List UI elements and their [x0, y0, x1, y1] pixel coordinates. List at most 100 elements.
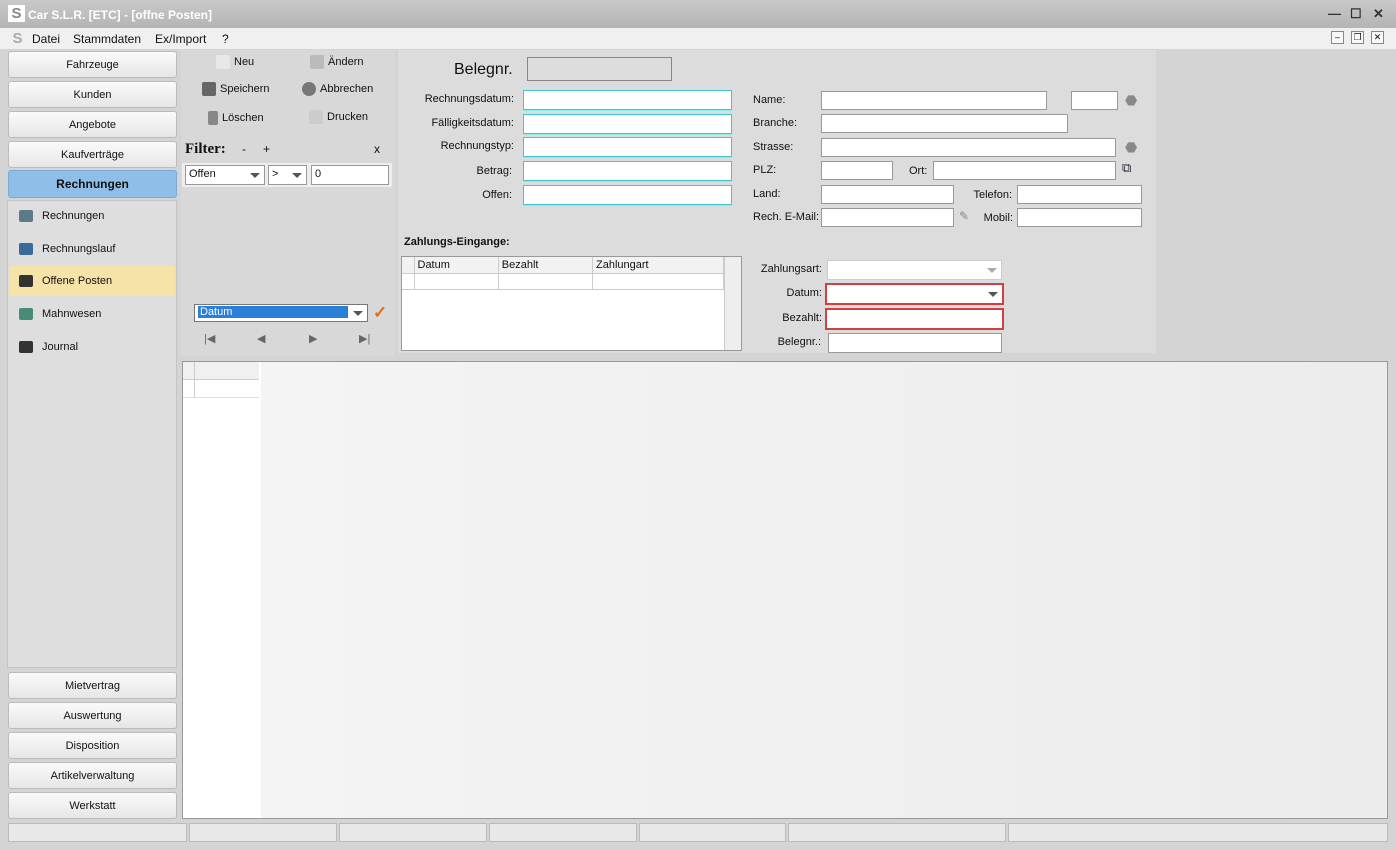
- nav-kunden[interactable]: Kunden: [8, 81, 177, 108]
- delete-label: Löschen: [222, 112, 264, 124]
- col-zahlungart[interactable]: Zahlungart: [592, 257, 725, 274]
- menu-eximport[interactable]: Ex/Import: [155, 32, 206, 46]
- sub-label: Rechnungen: [42, 210, 105, 222]
- mdi-minimize-icon[interactable]: –: [1331, 31, 1344, 44]
- edit-button[interactable]: Ändern: [310, 55, 363, 69]
- datum-select[interactable]: [825, 283, 1004, 305]
- filter-remove-button[interactable]: -: [242, 142, 246, 156]
- nav-mietvertrag[interactable]: Mietvertrag: [8, 672, 177, 699]
- sub-offene-posten[interactable]: Offene Posten: [9, 266, 175, 296]
- nav-artikelverwaltung[interactable]: Artikelverwaltung: [8, 762, 177, 789]
- filter-clear-button[interactable]: x: [374, 142, 380, 156]
- map-lookup-icon[interactable]: ⬣: [1125, 139, 1137, 156]
- cancel-button[interactable]: Abbrechen: [302, 82, 373, 96]
- menu-help[interactable]: ?: [222, 32, 229, 46]
- filter-operator-select[interactable]: >: [268, 165, 307, 185]
- chevron-down-icon: [353, 311, 363, 316]
- menu-stammdaten[interactable]: Stammdaten: [73, 32, 141, 46]
- app-menu-icon[interactable]: S: [9, 30, 26, 47]
- branche-field[interactable]: [821, 114, 1068, 133]
- nav-angebote[interactable]: Angebote: [8, 111, 177, 138]
- save-button[interactable]: Speichern: [202, 82, 270, 96]
- ort-field[interactable]: [933, 161, 1116, 180]
- lookup-icon[interactable]: ⬣: [1125, 92, 1137, 109]
- nav-auswertung[interactable]: Auswertung: [8, 702, 177, 729]
- sub-rechnungslauf[interactable]: Rechnungslauf: [9, 234, 175, 264]
- nav-rechnungen[interactable]: Rechnungen: [8, 170, 177, 198]
- last-record-icon[interactable]: ▶|: [359, 332, 370, 345]
- status-panel-7: [1008, 823, 1388, 842]
- telefon-label: Telefon:: [973, 189, 1012, 201]
- col-datum[interactable]: Datum: [414, 257, 499, 274]
- name-extra-field[interactable]: [1071, 91, 1118, 110]
- strasse-field[interactable]: [821, 138, 1116, 157]
- filter-value-input[interactable]: 0: [311, 165, 389, 185]
- prev-record-icon[interactable]: ◀: [257, 332, 265, 345]
- status-panel-1: [8, 823, 187, 842]
- mobil-field[interactable]: [1017, 208, 1142, 227]
- mdi-restore-icon[interactable]: ❐: [1351, 31, 1364, 44]
- window-title: Car S.L.R. [ETC] - [offne Posten]: [28, 8, 212, 22]
- offen-field[interactable]: [523, 185, 732, 205]
- email-field[interactable]: [821, 208, 954, 227]
- title-bar: S Car S.L.R. [ETC] - [offne Posten] — ☐ …: [0, 0, 1396, 28]
- rechnungsdatum-field[interactable]: [523, 90, 732, 110]
- sub-label: Journal: [42, 341, 79, 353]
- journal-icon: [19, 341, 33, 353]
- next-record-icon[interactable]: ▶: [309, 332, 317, 345]
- faelligkeitsdatum-label: Fälligkeitsdatum:: [431, 117, 514, 129]
- save-label: Speichern: [220, 83, 270, 95]
- rechnungstyp-field[interactable]: [523, 137, 732, 157]
- nav-werkstatt[interactable]: Werkstatt: [8, 792, 177, 819]
- records-grid[interactable]: [182, 361, 1388, 819]
- new-button[interactable]: Neu: [216, 55, 254, 69]
- filter-field-select[interactable]: Offen: [185, 165, 265, 185]
- nav-disposition[interactable]: Disposition: [8, 732, 177, 759]
- sub-journal[interactable]: Journal: [9, 332, 175, 362]
- zahlungsart-select[interactable]: [827, 260, 1002, 280]
- maximize-icon[interactable]: ☐: [1350, 6, 1362, 22]
- sort-select[interactable]: Datum: [194, 304, 368, 322]
- nav-kaufvertraege[interactable]: Kaufverträge: [8, 141, 177, 168]
- checkmark-icon[interactable]: ✓: [373, 303, 387, 323]
- bezahlt-field[interactable]: [825, 308, 1004, 330]
- faelligkeitsdatum-field[interactable]: [523, 114, 732, 134]
- name-field[interactable]: [821, 91, 1047, 110]
- batch-icon: [19, 243, 33, 255]
- save-icon: [202, 82, 216, 96]
- status-panel-6: [788, 823, 1006, 842]
- filter-add-button[interactable]: +: [263, 142, 270, 156]
- rechnungsdatum-label: Rechnungsdatum:: [424, 93, 514, 105]
- menu-datei[interactable]: Datei: [32, 32, 60, 46]
- filter-operator-value: >: [272, 168, 279, 180]
- status-panel-3: [339, 823, 487, 842]
- sort-value: Datum: [198, 306, 348, 318]
- payments-grid[interactable]: Datum Bezahlt Zahlungart: [401, 256, 742, 351]
- betrag-field[interactable]: [523, 161, 732, 181]
- col-bezahlt[interactable]: Bezahlt: [498, 257, 593, 274]
- trash-icon: [208, 111, 218, 125]
- plz-field[interactable]: [821, 161, 893, 180]
- zahlungsart-label: Zahlungsart:: [760, 263, 822, 275]
- land-field[interactable]: [821, 185, 954, 204]
- strasse-label: Strasse:: [753, 141, 794, 153]
- sub-rechnungen[interactable]: Rechnungen: [9, 201, 175, 231]
- telefon-field[interactable]: [1017, 185, 1142, 204]
- sub-mahnwesen[interactable]: Mahnwesen: [9, 299, 175, 329]
- payments-scrollbar[interactable]: [724, 257, 741, 350]
- delete-button[interactable]: Löschen: [208, 111, 264, 125]
- minimize-icon[interactable]: —: [1328, 6, 1341, 21]
- copy-icon[interactable]: ⧉: [1122, 160, 1131, 176]
- close-icon[interactable]: ✕: [1373, 6, 1384, 22]
- print-button[interactable]: Drucken: [309, 110, 368, 124]
- chevron-down-icon: [292, 173, 302, 178]
- email-send-icon[interactable]: ✎: [959, 209, 969, 223]
- payment-belegnr-field[interactable]: [828, 333, 1002, 353]
- first-record-icon[interactable]: |◀: [204, 332, 215, 345]
- nav-fahrzeuge[interactable]: Fahrzeuge: [8, 51, 177, 78]
- mdi-close-icon[interactable]: ✕: [1371, 31, 1384, 44]
- cancel-label: Abbrechen: [320, 83, 374, 95]
- rechnungstyp-label: Rechnungstyp:: [440, 140, 514, 152]
- sub-label: Rechnungslauf: [42, 243, 116, 255]
- status-panel-2: [189, 823, 337, 842]
